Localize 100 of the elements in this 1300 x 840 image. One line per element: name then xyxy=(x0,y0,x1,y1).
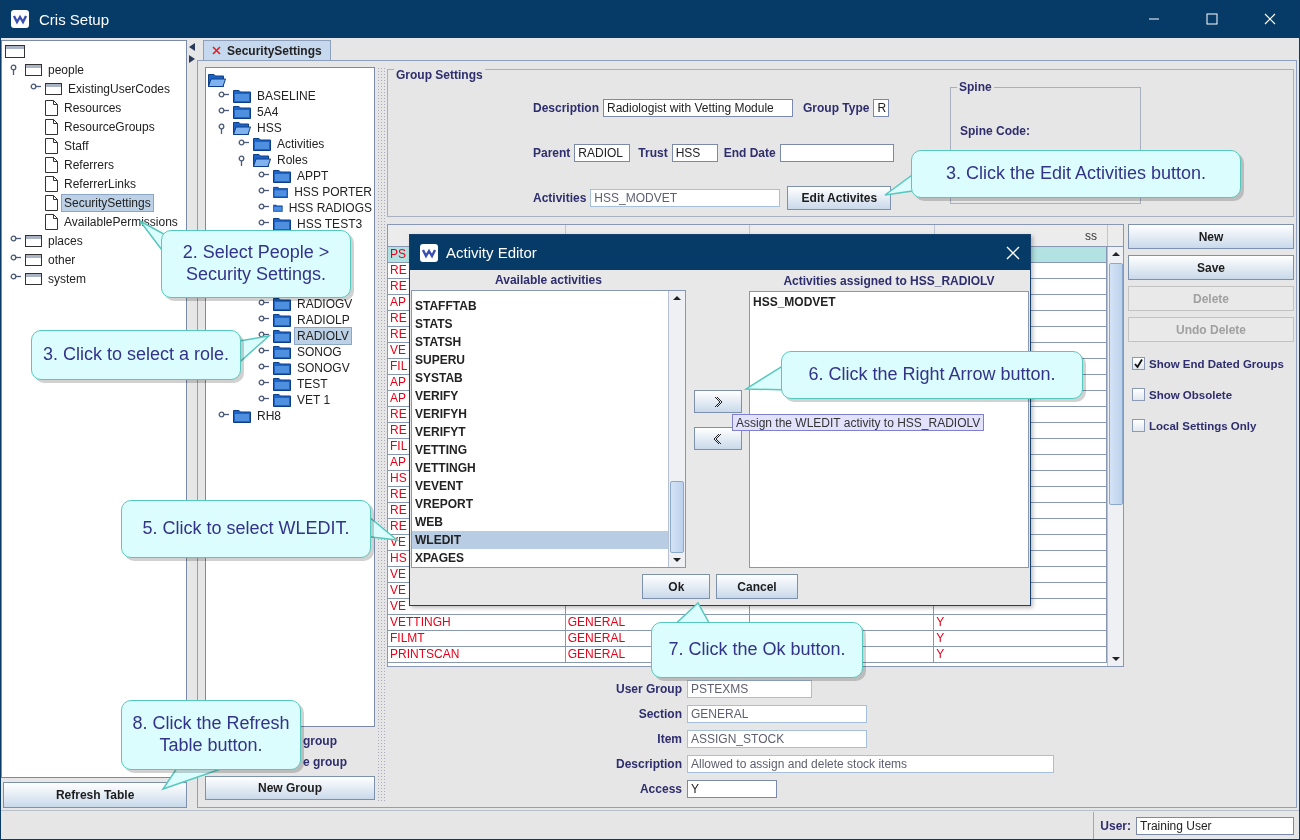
checkbox[interactable] xyxy=(1132,388,1145,401)
folder-icon xyxy=(273,169,291,183)
parent-field[interactable]: RADIOL xyxy=(574,144,631,162)
table-cell: Y xyxy=(934,647,1107,663)
user-field[interactable]: Training User xyxy=(1136,817,1294,835)
checkbox-label[interactable]: Show End Dated Groups xyxy=(1149,357,1284,370)
tree-item[interactable]: RADIOLP xyxy=(295,312,352,328)
app-logo-icon xyxy=(420,243,438,262)
chevron-right-icon xyxy=(712,395,723,408)
scroll-thumb[interactable] xyxy=(670,481,684,553)
tree-item[interactable]: RH8 xyxy=(255,408,283,424)
tab[interactable]: SecuritySettings xyxy=(203,40,331,60)
tree-item[interactable]: Staff xyxy=(62,137,91,154)
folder-icon xyxy=(273,377,291,391)
open-folder-icon xyxy=(208,73,226,87)
tree-item[interactable]: HSS RADIOGS xyxy=(286,200,374,216)
tree-item[interactable]: ReferrerLinks xyxy=(62,175,139,192)
folder-icon xyxy=(273,201,283,215)
folder-icon xyxy=(273,345,291,359)
folder-icon xyxy=(273,217,291,231)
field-label: Section xyxy=(638,706,682,721)
tree-item[interactable]: ResourceGroups xyxy=(62,118,157,135)
folder-icon xyxy=(25,272,42,285)
trust-field[interactable]: HSS xyxy=(671,144,718,162)
tree-item[interactable]: APPT xyxy=(295,168,331,184)
tree-item[interactable]: SONOGV xyxy=(295,360,352,376)
tree-item[interactable]: TEST xyxy=(295,376,330,392)
scroll-thumb[interactable] xyxy=(1108,263,1123,505)
description-field[interactable]: Radiologist with Vetting Module xyxy=(603,99,793,117)
field-label: User Group xyxy=(616,681,682,696)
action-button[interactable]: Save xyxy=(1128,255,1294,280)
checkbox[interactable] xyxy=(1132,357,1145,370)
dialog-button[interactable]: Ok xyxy=(642,574,711,599)
move-right-button[interactable] xyxy=(693,390,742,413)
option-label[interactable]: group xyxy=(303,734,337,748)
checkbox-label[interactable]: Local Settings Only xyxy=(1149,419,1257,432)
scrollbar[interactable] xyxy=(1107,247,1123,666)
folder-icon xyxy=(25,253,42,266)
tree-item[interactable]: other xyxy=(46,251,78,268)
tree-item[interactable]: Activities xyxy=(275,136,327,152)
group-type-field[interactable]: R xyxy=(873,99,890,117)
scrollbar[interactable] xyxy=(668,291,685,567)
tree-item[interactable]: ExistingUserCodes xyxy=(66,80,173,97)
tree-item[interactable]: Referrers xyxy=(62,156,116,173)
new-group-button[interactable]: New Group xyxy=(205,776,375,800)
field-label: Description xyxy=(533,101,599,115)
action-button[interactable]: New xyxy=(1128,224,1294,249)
tree-item[interactable]: SecuritySettings xyxy=(62,194,153,211)
field-label: Group Type xyxy=(803,101,870,115)
field-label: Access xyxy=(639,781,682,796)
tree-item[interactable]: AvailablePermissions xyxy=(62,213,180,230)
field-label: Trust xyxy=(638,146,668,160)
page-icon xyxy=(45,194,58,211)
tree-item[interactable]: places xyxy=(46,232,85,249)
tree-item[interactable]: RADIOGV xyxy=(295,296,355,312)
field-label: End Date xyxy=(723,146,776,160)
tree-item[interactable]: HSS TEST3 xyxy=(295,216,365,232)
tree-item[interactable]: Roles xyxy=(275,152,310,168)
folder-icon xyxy=(273,185,289,199)
folder-icon xyxy=(45,82,62,95)
maximize-icon xyxy=(1206,13,1218,25)
end-date-field[interactable] xyxy=(779,144,894,162)
checkbox-label[interactable]: Show Obsolete xyxy=(1149,388,1233,401)
input-field[interactable]: Y xyxy=(687,779,777,798)
tree-item[interactable]: Resources xyxy=(62,99,124,116)
field-label: Activities xyxy=(533,191,587,205)
page-icon xyxy=(45,156,58,173)
tree-item[interactable]: 5A4 xyxy=(255,104,281,120)
folder-icon xyxy=(233,105,251,119)
folder-icon xyxy=(25,63,42,76)
option-label[interactable]: e group xyxy=(303,755,347,769)
tree-item[interactable]: people xyxy=(46,61,87,78)
tree-item[interactable]: RADIOLV xyxy=(295,328,351,344)
edit-activities-button[interactable]: Edit Activites xyxy=(787,186,892,210)
tree-item[interactable]: HSS PORTER xyxy=(292,184,374,200)
tree-item[interactable]: SONOG xyxy=(295,344,344,360)
tree-item[interactable]: system xyxy=(46,270,88,287)
page-icon xyxy=(45,118,58,135)
folder-icon xyxy=(5,43,25,58)
tree-item[interactable]: BASELINE xyxy=(255,88,318,104)
list-item[interactable]: WLEDIT xyxy=(412,531,668,549)
checkbox[interactable] xyxy=(1132,419,1145,432)
page-icon xyxy=(45,213,58,230)
splitter-arrows-icon xyxy=(189,43,196,63)
refresh-table-button[interactable]: Refresh Table xyxy=(3,782,188,808)
table-cell: Y xyxy=(934,615,1107,631)
tree-item[interactable]: VET 1 xyxy=(295,392,333,408)
folder-icon xyxy=(273,361,291,375)
folder-icon xyxy=(273,297,291,311)
tab-label: SecuritySettings xyxy=(227,43,322,58)
tree-item[interactable]: HSS xyxy=(255,120,284,136)
table-cell: PRINTSCAN xyxy=(388,647,566,663)
list-item[interactable]: HSS_MODVET xyxy=(750,293,1028,311)
folder-icon xyxy=(273,393,291,407)
dialog-button[interactable]: Cancel xyxy=(716,574,798,599)
chevron-left-icon xyxy=(712,432,723,445)
app-logo-icon xyxy=(11,10,29,28)
window-title: Cris Setup xyxy=(39,10,110,28)
folder-icon xyxy=(233,409,251,423)
table-cell: VETTINGH xyxy=(388,615,566,631)
